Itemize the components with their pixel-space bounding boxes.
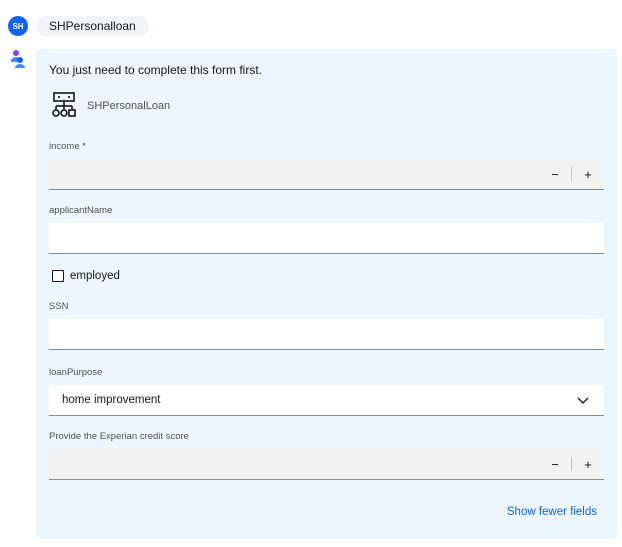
chevron-down-icon bbox=[577, 397, 589, 404]
assistant-icon bbox=[11, 50, 25, 68]
show-fewer-fields-link[interactable]: Show fewer fields bbox=[507, 506, 597, 518]
ssn-input[interactable] bbox=[49, 319, 604, 350]
intro-text: You just need to complete this form firs… bbox=[49, 63, 262, 77]
loan-purpose-label: loanPurpose bbox=[49, 367, 103, 378]
credit-score-stepper: − + bbox=[539, 449, 604, 479]
employed-label: employed bbox=[70, 270, 120, 282]
applicant-name-label: applicantName bbox=[49, 205, 113, 216]
user-message: SHPersonalloan bbox=[36, 16, 149, 36]
tool-name: SHPersonalLoan bbox=[87, 100, 171, 112]
decrement-button[interactable]: − bbox=[539, 449, 571, 479]
income-input[interactable]: − + bbox=[49, 159, 604, 190]
assistant-response-card: You just need to complete this form firs… bbox=[36, 49, 617, 539]
ssn-label: SSN bbox=[49, 301, 69, 312]
employed-checkbox-row[interactable]: employed bbox=[52, 270, 120, 282]
increment-button[interactable]: + bbox=[572, 159, 604, 189]
decrement-button[interactable]: − bbox=[539, 159, 571, 189]
applicant-name-input[interactable] bbox=[49, 223, 604, 254]
loan-purpose-select[interactable]: home improvement bbox=[49, 385, 604, 416]
income-label: income * bbox=[49, 141, 86, 152]
income-stepper: − + bbox=[539, 159, 604, 189]
employed-checkbox[interactable] bbox=[52, 270, 64, 282]
credit-score-label: Provide the Experian credit score bbox=[49, 431, 189, 442]
loan-purpose-value: home improvement bbox=[62, 394, 161, 406]
credit-score-input[interactable]: − + bbox=[49, 449, 604, 480]
user-avatar: SH bbox=[8, 16, 28, 36]
workflow-icon bbox=[52, 92, 76, 117]
increment-button[interactable]: + bbox=[572, 449, 604, 479]
